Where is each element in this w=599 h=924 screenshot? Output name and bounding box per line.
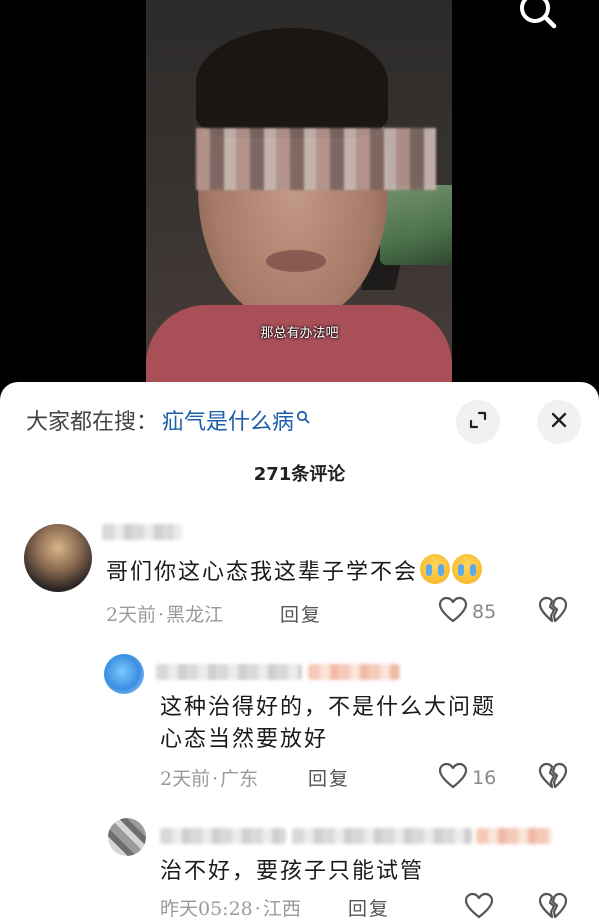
- comment-location: 广东: [220, 768, 259, 790]
- like-count: 16: [472, 767, 497, 789]
- comment-text: 治不好，要孩子只能试管: [160, 859, 425, 884]
- comment-location: 黑龙江: [166, 604, 224, 626]
- comment-time: 2天前: [106, 604, 157, 626]
- comment-time: 2天前: [160, 768, 211, 790]
- dislike-button[interactable]: [538, 596, 568, 628]
- avatar[interactable]: [104, 654, 144, 694]
- comment-text-line-1: 这种治得好的，不是什么大问题: [160, 695, 497, 720]
- heart-outline-icon: [438, 596, 468, 628]
- dislike-button[interactable]: [538, 762, 568, 794]
- crying-face-emoji: [452, 554, 483, 584]
- meta-separator: ·: [158, 604, 165, 626]
- trending-search-bar[interactable]: 大家都在搜： 疝气是什么病: [26, 404, 310, 436]
- comment-text: 哥们你这心态我这辈子学不会: [106, 554, 483, 589]
- avatar[interactable]: [24, 524, 92, 592]
- meta-separator: ·: [212, 768, 219, 790]
- like-button[interactable]: [464, 892, 498, 924]
- reply-button[interactable]: 回复: [348, 894, 390, 921]
- comment-count: 271条评论: [253, 464, 346, 485]
- comment-meta: 2天前 · 广东: [160, 764, 258, 791]
- dislike-button[interactable]: [538, 892, 568, 924]
- like-button[interactable]: 16: [438, 762, 496, 794]
- broken-heart-icon: [538, 892, 568, 924]
- person-hair: [196, 28, 388, 138]
- broken-heart-icon: [538, 596, 568, 628]
- username-blurred[interactable]: [102, 524, 182, 540]
- comment-meta: 2天前 · 黑龙江: [106, 600, 223, 627]
- username-blurred[interactable]: [160, 828, 286, 844]
- meta-separator: ·: [254, 898, 261, 920]
- like-button[interactable]: 85: [438, 596, 496, 628]
- person-mouth: [266, 250, 326, 272]
- car-window: [380, 185, 452, 265]
- heart-outline-icon: [438, 762, 468, 794]
- video-subtitle: 那总有办法吧: [260, 326, 339, 341]
- avatar[interactable]: [108, 818, 146, 856]
- reply-button[interactable]: 回复: [308, 764, 350, 791]
- video-player[interactable]: 那总有办法吧: [0, 0, 599, 400]
- reply-target-blurred[interactable]: [476, 828, 552, 844]
- username-blurred[interactable]: [156, 664, 302, 680]
- expand-button[interactable]: [456, 400, 500, 444]
- app-screen: 那总有办法吧 大家都在搜： 疝气是什么病 271条评论 哥们你这心态我这辈子学不…: [0, 0, 599, 924]
- trending-search-prefix: 大家都在搜：: [26, 410, 159, 435]
- like-count: 85: [472, 601, 497, 623]
- comment-meta: 昨天05:28 · 江西: [160, 894, 301, 921]
- reply-button[interactable]: 回复: [280, 600, 322, 627]
- crying-face-emoji: [420, 554, 451, 584]
- comment-time: 昨天05:28: [160, 898, 253, 920]
- face-mosaic: [196, 128, 436, 190]
- comment-text-line-2: 心态当然要放好: [160, 727, 329, 752]
- heart-outline-icon: [464, 892, 494, 924]
- reply-target-blurred[interactable]: [308, 664, 400, 680]
- trending-search-term[interactable]: 疝气是什么病: [162, 404, 294, 436]
- search-icon[interactable]: [514, 0, 562, 30]
- comment-text-body: 哥们你这心态我这辈子学不会: [106, 560, 419, 585]
- comment-location: 江西: [262, 898, 301, 920]
- broken-heart-icon: [538, 762, 568, 794]
- small-search-icon: [296, 405, 310, 430]
- close-button[interactable]: [537, 400, 581, 444]
- expand-icon: [468, 410, 488, 434]
- reply-target-blurred[interactable]: [292, 828, 472, 844]
- comment-sheet: 大家都在搜： 疝气是什么病 271条评论 哥们你这心态我这辈子学不会 2天前 ·…: [0, 382, 599, 924]
- close-icon: [549, 410, 569, 434]
